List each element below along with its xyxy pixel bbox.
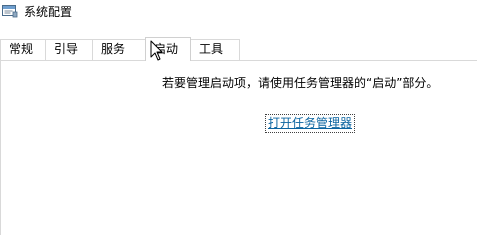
tab-tools[interactable]: 工具 [190,39,240,60]
open-task-manager-link[interactable]: 打开任务管理器 [265,114,356,133]
mouse-cursor-icon [150,40,164,62]
tab-strip: 常规 引导 服务 启动 工具 [0,37,477,61]
title-bar: 系统配置 [0,0,477,30]
tab-general[interactable]: 常规 [0,39,46,60]
tab-boot[interactable]: 引导 [45,39,93,60]
window-title: 系统配置 [24,5,73,19]
system-configuration-icon [2,4,18,18]
startup-message: 若要管理启动项，请使用任务管理器的“启动”部分。 [162,76,439,90]
tab-services[interactable]: 服务 [92,39,146,60]
